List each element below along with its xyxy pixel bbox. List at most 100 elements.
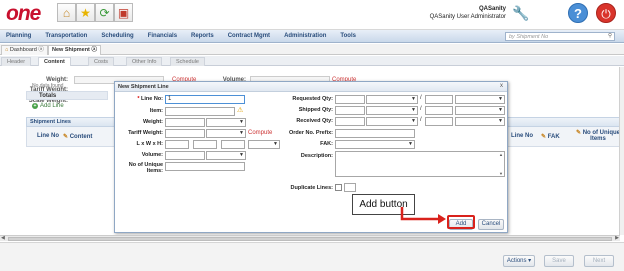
- nav-tools[interactable]: Tools: [340, 33, 356, 39]
- annotation-arrow: [400, 207, 446, 224]
- subtab-schedule[interactable]: Schedule: [170, 57, 205, 66]
- received-qty-input[interactable]: [335, 117, 365, 126]
- header-toolbar: ⌂ ★ ⟳ ▣: [57, 3, 133, 22]
- scroll-left-icon[interactable]: ◀: [1, 235, 5, 241]
- add-line-label: Add Line: [40, 103, 64, 109]
- col-content-label: Content: [69, 134, 93, 140]
- col-content[interactable]: ✎ Content: [63, 133, 92, 140]
- shipped-qty-uom-select[interactable]: ▼: [366, 106, 418, 115]
- add-line-link[interactable]: + Add Line: [32, 103, 64, 109]
- actions-button[interactable]: Actions ▾: [503, 255, 535, 267]
- horizontal-scrollbar[interactable]: ◀ ▶: [0, 235, 620, 241]
- dialog-close-icon[interactable]: x: [500, 83, 503, 89]
- unique-items-input[interactable]: [165, 162, 245, 171]
- col-unique-items[interactable]: ✎ No of Unique Items: [575, 129, 621, 142]
- height-input[interactable]: [221, 140, 245, 149]
- col-line-no[interactable]: Line No: [37, 133, 59, 139]
- edit-pencil-icon: ✎: [63, 134, 69, 140]
- received-qty-secondary-uom-select[interactable]: ▼: [455, 117, 505, 126]
- fak-label: FAK:: [320, 141, 333, 147]
- vertical-scrollbar[interactable]: [619, 67, 624, 235]
- subtab-header[interactable]: Header: [1, 57, 32, 66]
- next-button[interactable]: Next: [584, 255, 614, 267]
- length-input[interactable]: [165, 140, 189, 149]
- scroll-down-icon[interactable]: ▼: [499, 171, 503, 176]
- shipped-qty-secondary-input[interactable]: [425, 106, 453, 115]
- col-line-no-right[interactable]: Line No: [511, 133, 533, 139]
- line-no-label: * Line No:: [137, 96, 163, 102]
- close-icon[interactable]: ⓧ: [91, 47, 97, 53]
- user-info: QASanity QASanity User Administrator: [430, 5, 506, 21]
- settings-wrench-icon[interactable]: 🔧: [512, 5, 529, 22]
- requested-qty-input[interactable]: [335, 95, 365, 104]
- screen-icon[interactable]: ▣: [114, 3, 133, 22]
- scroll-up-icon[interactable]: ▲: [499, 152, 503, 157]
- tab-dashboard[interactable]: ⌂ Dashboard ⓧ: [1, 45, 48, 55]
- section-tabs: Header Content Costs Other Info Schedule: [0, 56, 624, 66]
- chevron-down-icon: ▼: [408, 141, 413, 147]
- order-prefix-input[interactable]: [335, 129, 415, 138]
- subtab-content[interactable]: Content: [38, 57, 71, 66]
- col-unique-items-label: No of Unique Items: [582, 130, 621, 142]
- requested-qty-label: Requested Qty:: [292, 96, 333, 102]
- duplicate-lines-label: Duplicate Lines:: [290, 185, 333, 191]
- close-icon[interactable]: ⓧ: [38, 47, 44, 53]
- home-icon[interactable]: ⌂: [57, 3, 76, 22]
- help-button[interactable]: ?: [568, 3, 588, 23]
- chevron-down-icon: ▼: [239, 130, 244, 136]
- app-header: one ⌂ ★ ⟳ ▣ QASanity QASanity User Admin…: [0, 0, 624, 30]
- nav-scheduling[interactable]: Scheduling: [101, 33, 133, 39]
- volume-input[interactable]: [165, 151, 205, 160]
- unique-items-label: No of Unique Items:: [128, 162, 163, 174]
- refresh-icon[interactable]: ⟳: [95, 3, 114, 22]
- scroll-right-icon[interactable]: ▶: [615, 235, 619, 241]
- col-fak[interactable]: ✎ FAK: [541, 133, 560, 140]
- item-input[interactable]: [165, 107, 235, 116]
- received-qty-uom-select[interactable]: ▼: [366, 117, 418, 126]
- nav-financials[interactable]: Financials: [148, 33, 177, 39]
- shipped-qty-input[interactable]: [335, 106, 365, 115]
- favorites-star-icon[interactable]: ★: [76, 3, 95, 22]
- tab-new-shipment[interactable]: New Shipment ⓧ: [48, 45, 101, 55]
- add-plus-icon: +: [32, 103, 38, 109]
- weight-uom-select[interactable]: ▼: [206, 118, 246, 127]
- item-lookup-icon[interactable]: ⚠: [237, 107, 245, 115]
- lwh-uom-select[interactable]: ▼: [248, 140, 280, 149]
- cancel-button[interactable]: Cancel: [478, 219, 504, 230]
- nav-administration[interactable]: Administration: [284, 33, 326, 39]
- shipment-search-input[interactable]: by Shipment No ⚲: [505, 32, 615, 41]
- tariff-weight-uom-select[interactable]: ▼: [206, 129, 246, 138]
- description-textarea[interactable]: ▲ ▼: [335, 151, 505, 177]
- nav-contract-mgmt[interactable]: Contract Mgmt: [228, 33, 270, 39]
- line-no-input[interactable]: 1: [165, 95, 245, 104]
- grid-totals-row: Totals: [26, 91, 108, 100]
- width-input[interactable]: [193, 140, 217, 149]
- app-logo[interactable]: one: [6, 2, 41, 26]
- scrollbar-thumb[interactable]: [8, 237, 612, 241]
- qty-separator: /: [420, 117, 422, 123]
- save-button[interactable]: Save: [544, 255, 574, 267]
- logout-power-button[interactable]: ⏻: [596, 3, 616, 23]
- line-no-value: 1: [168, 96, 172, 102]
- chevron-down-icon: ▼: [411, 107, 416, 113]
- requested-qty-secondary-input[interactable]: [425, 95, 453, 104]
- search-icon[interactable]: ⚲: [608, 32, 612, 40]
- received-qty-secondary-input[interactable]: [425, 117, 453, 126]
- requested-qty-secondary-uom-select[interactable]: ▼: [455, 95, 505, 104]
- nav-reports[interactable]: Reports: [191, 33, 214, 39]
- volume-uom-select[interactable]: ▼: [206, 151, 246, 160]
- page-tabs: ⌂ Dashboard ⓧ New Shipment ⓧ: [0, 44, 624, 55]
- add-button-highlight: [447, 215, 475, 229]
- requested-qty-uom-select[interactable]: ▼: [366, 95, 418, 104]
- duplicate-lines-checkbox[interactable]: [335, 184, 342, 191]
- tariff-weight-input[interactable]: [165, 129, 205, 138]
- subtab-costs[interactable]: Costs: [88, 57, 115, 66]
- weight-input[interactable]: [165, 118, 205, 127]
- subtab-other-info[interactable]: Other Info: [126, 57, 163, 66]
- shipped-qty-secondary-uom-select[interactable]: ▼: [455, 106, 505, 115]
- fak-select[interactable]: ▼: [335, 140, 415, 149]
- compute-link[interactable]: Compute: [248, 130, 272, 136]
- nav-transportation[interactable]: Transportation: [45, 33, 87, 39]
- nav-planning[interactable]: Planning: [6, 33, 31, 39]
- duplicate-lines-count-input[interactable]: [344, 183, 356, 192]
